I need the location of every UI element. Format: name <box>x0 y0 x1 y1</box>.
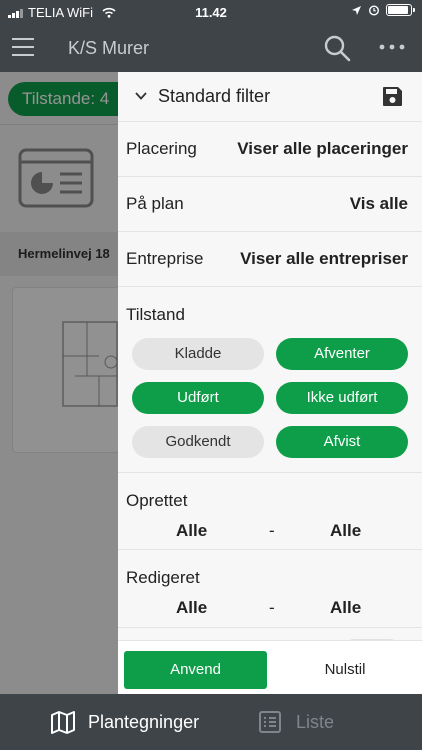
status-chip-kladde[interactable]: Kladde <box>132 338 264 370</box>
action-bar: Anvend Nulstil <box>118 640 422 694</box>
status-chip-udfoert[interactable]: Udført <box>132 382 264 414</box>
oprettet-separator: - <box>269 521 275 540</box>
search-icon[interactable] <box>323 34 351 62</box>
status-bar: TELIA WiFi 11.42 <box>0 0 422 24</box>
location-arrow-icon <box>352 5 361 15</box>
map-icon <box>51 711 75 734</box>
filter-title: Standard filter <box>158 86 271 106</box>
app-title: K/S Murer <box>68 38 150 58</box>
menu-icon[interactable] <box>12 38 34 56</box>
tab-plantegninger[interactable]: Plantegninger <box>50 694 199 750</box>
redigeret-separator: - <box>269 598 275 617</box>
entreprise-label: Entreprise <box>126 249 204 268</box>
entreprise-row[interactable]: Entreprise Viser alle entrepriser <box>118 232 422 287</box>
tab-plantegninger-label: Plantegninger <box>88 711 200 732</box>
more-icon[interactable] <box>379 44 405 50</box>
oprettet-from[interactable]: Alle <box>176 521 207 541</box>
redigeret-section: Redigeret Alle - Alle <box>118 550 422 628</box>
status-chip-afvist[interactable]: Afvist <box>276 426 408 458</box>
alarm-icon <box>368 5 380 16</box>
redigeret-label: Redigeret <box>126 568 200 587</box>
list-icon <box>259 711 281 733</box>
placering-row[interactable]: Placering Viser alle placeringer <box>118 122 422 177</box>
tilstand-section: Tilstand Kladde Afventer Udført Ikke udf… <box>118 287 422 473</box>
filter-panel: Standard filter Placering Viser alle pla… <box>118 72 422 694</box>
filter-header[interactable]: Standard filter <box>118 72 422 122</box>
status-right <box>351 4 415 16</box>
tab-liste[interactable]: Liste <box>258 694 334 750</box>
placering-label: Placering <box>126 139 197 158</box>
placering-value[interactable]: Viser alle placeringer <box>237 139 408 159</box>
tab-bar: Plantegninger Liste <box>0 694 422 750</box>
paa-plan-value[interactable]: Vis alle <box>350 194 408 214</box>
redigeret-from[interactable]: Alle <box>176 598 207 618</box>
oprettet-label: Oprettet <box>126 491 188 510</box>
battery-icon <box>386 4 415 16</box>
status-chip-godkendt[interactable]: Godkendt <box>132 426 264 458</box>
status-chip-afventer[interactable]: Afventer <box>276 338 408 370</box>
tab-liste-label: Liste <box>296 711 335 732</box>
apply-button[interactable]: Anvend <box>124 651 267 689</box>
status-chip-ikke-udfoert[interactable]: Ikke udført <box>276 382 408 414</box>
entreprise-value[interactable]: Viser alle entrepriser <box>240 249 408 269</box>
oprettet-section: Oprettet Alle - Alle <box>118 473 422 550</box>
paa-plan-label: På plan <box>126 194 184 213</box>
redigeret-to[interactable]: Alle <box>330 598 361 618</box>
app-header: K/S Murer <box>0 24 422 72</box>
save-icon[interactable] <box>382 86 403 107</box>
oprettet-to[interactable]: Alle <box>330 521 361 541</box>
paa-plan-row[interactable]: På plan Vis alle <box>118 177 422 232</box>
reset-button[interactable]: Nulstil <box>298 651 392 689</box>
tilstand-label: Tilstand <box>126 305 185 324</box>
chevron-down-icon[interactable] <box>134 90 148 102</box>
